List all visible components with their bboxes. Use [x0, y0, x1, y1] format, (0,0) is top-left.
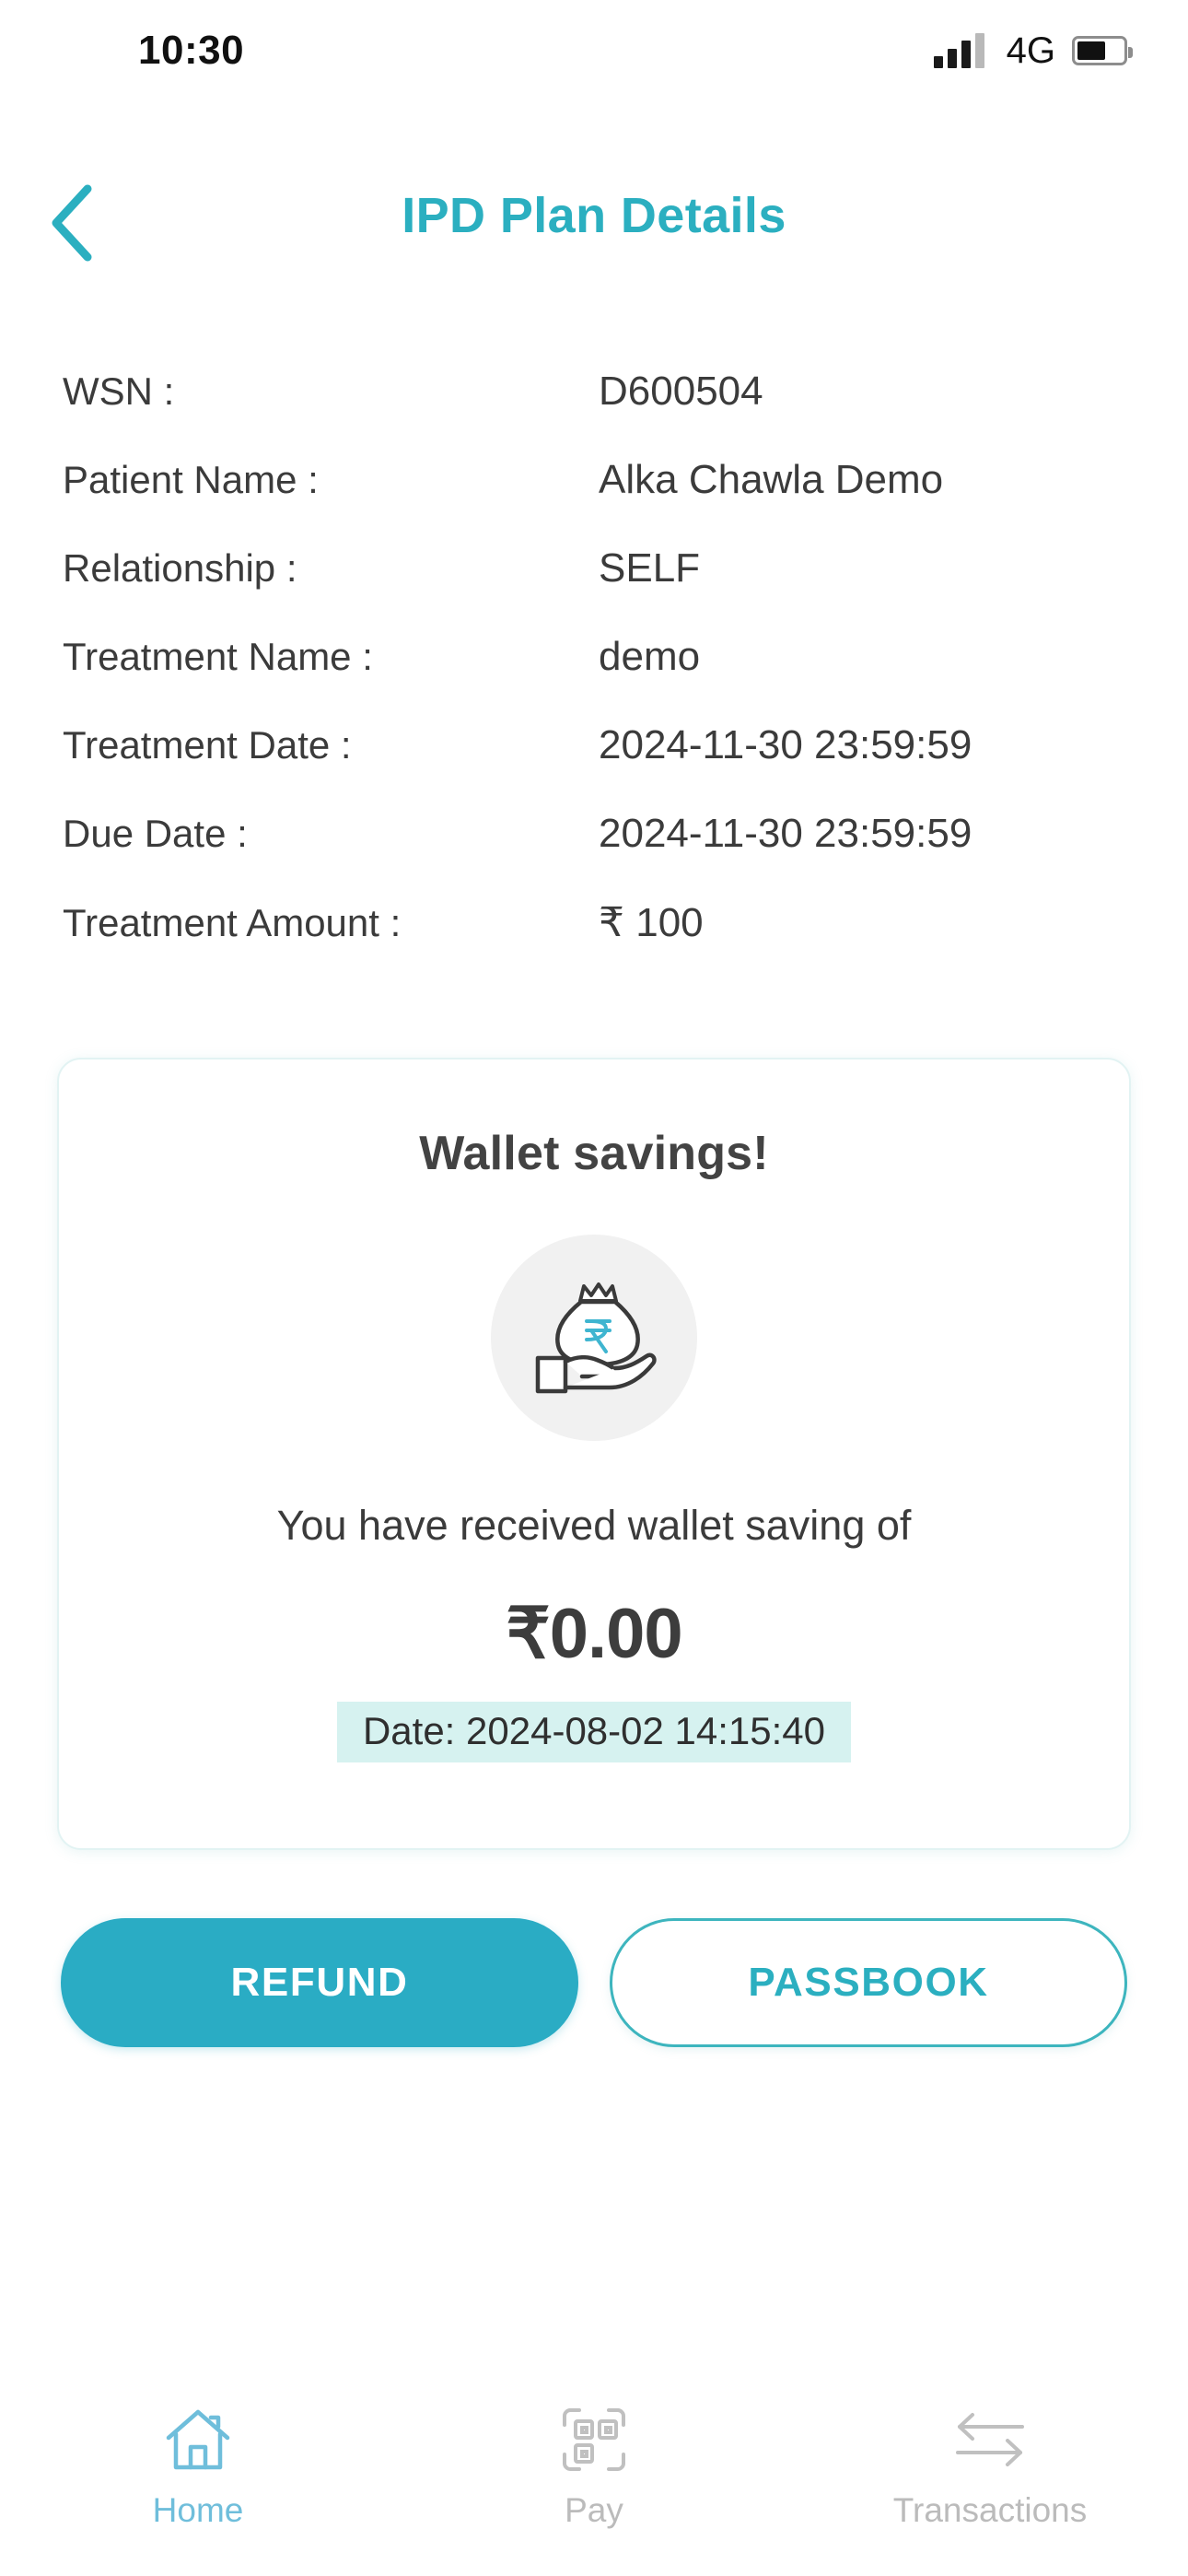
detail-row-due-date: Due Date : 2024-11-30 23:59:59 — [63, 811, 1131, 899]
nav-label-home: Home — [152, 2491, 244, 2529]
passbook-button[interactable]: PASSBOOK — [610, 1918, 1127, 2047]
wallet-savings-title: Wallet savings! — [419, 1127, 769, 1180]
detail-label: Patient Name : — [63, 458, 319, 501]
nav-icon-wrap — [163, 2397, 233, 2482]
home-icon — [166, 2409, 230, 2470]
detail-value: demo — [599, 634, 701, 679]
action-buttons: REFUND PASSBOOK — [61, 1918, 1127, 2047]
wallet-savings-date: Date: 2024-08-02 14:15:40 — [336, 1702, 852, 1762]
detail-value: 2024-11-30 23:59:59 — [599, 722, 973, 767]
nav-icon-wrap — [559, 2397, 629, 2482]
detail-value: D600504 — [599, 369, 763, 414]
detail-label: Treatment Amount : — [63, 901, 402, 944]
detail-label: Treatment Date : — [63, 723, 352, 767]
detail-value: 2024-11-30 23:59:59 — [599, 811, 973, 856]
wallet-icon-container — [491, 1235, 697, 1441]
plan-detail-list: WSN : D600504 Patient Name : Alka Chawla… — [63, 369, 1131, 988]
detail-label: Treatment Name : — [63, 635, 373, 678]
detail-value: ₹ 100 — [599, 900, 704, 945]
money-bag-in-hand-icon — [535, 1282, 657, 1394]
page-title: IPD Plan Details — [402, 188, 786, 243]
detail-row-treatment-date: Treatment Date : 2024-11-30 23:59:59 — [63, 722, 1131, 811]
detail-value: Alka Chawla Demo — [599, 457, 944, 502]
status-indicators: 4G — [933, 29, 1133, 72]
detail-row-treatment-name: Treatment Name : demo — [63, 634, 1131, 722]
network-type-label: 4G — [1006, 29, 1055, 71]
app-screen: 10:30 4G IPD Plan Details WSN : D600504 … — [0, 0, 1188, 2576]
app-header: IPD Plan Details — [0, 170, 1188, 281]
nav-item-pay[interactable]: Pay — [396, 2346, 792, 2576]
detail-label: Relationship : — [63, 546, 297, 590]
detail-value: SELF — [599, 545, 701, 591]
detail-label: WSN : — [63, 369, 175, 413]
wallet-savings-message: You have received wallet saving of — [276, 1502, 912, 1549]
signal-bars-icon — [933, 33, 984, 68]
wallet-savings-card: Wallet savings! You have received wallet… — [57, 1058, 1131, 1850]
detail-row-treatment-amount: Treatment Amount : ₹ 100 — [63, 899, 1131, 988]
detail-label: Due Date : — [63, 812, 248, 855]
battery-icon — [1072, 36, 1133, 65]
transfer-arrows-icon — [956, 2413, 1024, 2466]
nav-label-pay: Pay — [565, 2491, 623, 2529]
nav-item-transactions[interactable]: Transactions — [792, 2346, 1188, 2576]
nav-icon-wrap — [949, 2397, 1031, 2482]
wallet-savings-amount: ₹0.00 — [506, 1595, 682, 1673]
detail-row-patient-name: Patient Name : Alka Chawla Demo — [63, 457, 1131, 545]
detail-row-wsn: WSN : D600504 — [63, 369, 1131, 457]
status-bar: 10:30 4G — [0, 0, 1188, 101]
bottom-navigation-bar: Home Pay Transactions — [0, 2346, 1188, 2576]
qr-scan-icon — [563, 2408, 625, 2471]
nav-item-home[interactable]: Home — [0, 2346, 396, 2576]
nav-label-transactions: Transactions — [892, 2491, 1088, 2529]
detail-row-relationship: Relationship : SELF — [63, 545, 1131, 634]
refund-button[interactable]: REFUND — [61, 1918, 578, 2047]
status-time: 10:30 — [138, 28, 245, 73]
